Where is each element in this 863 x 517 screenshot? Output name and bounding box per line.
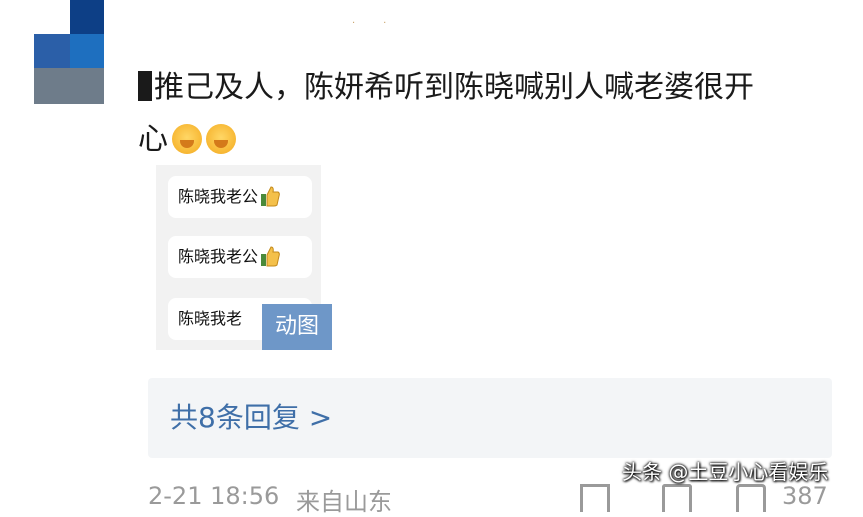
crying-laughing-emoji-icon <box>206 124 236 154</box>
gif-badge: 动图 <box>262 304 332 350</box>
comment-text: 推己及人，陈妍希听到陈晓喊别人喊老婆很开 心 <box>138 62 828 166</box>
avatar-pixel <box>34 34 70 68</box>
comment-line-1: 推己及人，陈妍希听到陈晓喊别人喊老婆很开 <box>154 70 754 105</box>
like-count: 387 <box>782 482 828 510</box>
crying-laughing-emoji-icon <box>172 124 202 154</box>
thumbs-up-icon <box>261 186 280 207</box>
chat-bubble-text: 陈晓我老公 <box>178 247 259 266</box>
avatar[interactable] <box>34 0 104 104</box>
timestamp: 2-21 18:56 <box>148 482 280 510</box>
avatar-pixel <box>70 0 104 34</box>
avatar-pixel <box>34 68 104 104</box>
comment-line-2: 心 <box>138 122 168 157</box>
share-icon[interactable] <box>580 484 610 512</box>
replies-box[interactable]: 共8条回复 > <box>148 378 832 458</box>
chat-bubble: 陈晓我老公 <box>168 176 312 218</box>
like-icon[interactable] <box>736 484 766 512</box>
cursor-mark <box>138 71 152 101</box>
comment-icon[interactable] <box>662 484 692 512</box>
chat-bubble-text: 陈晓我老 <box>178 309 243 328</box>
thumbs-up-icon <box>261 246 280 267</box>
decorative-dots: ·· <box>352 18 415 29</box>
chat-bubble-text: 陈晓我老公 <box>178 187 259 206</box>
chat-bubble: 陈晓我老公 <box>168 236 312 278</box>
view-replies-link[interactable]: 共8条回复 > <box>170 396 332 440</box>
watermark: 头条 @土豆小心看娱乐 <box>622 460 829 484</box>
